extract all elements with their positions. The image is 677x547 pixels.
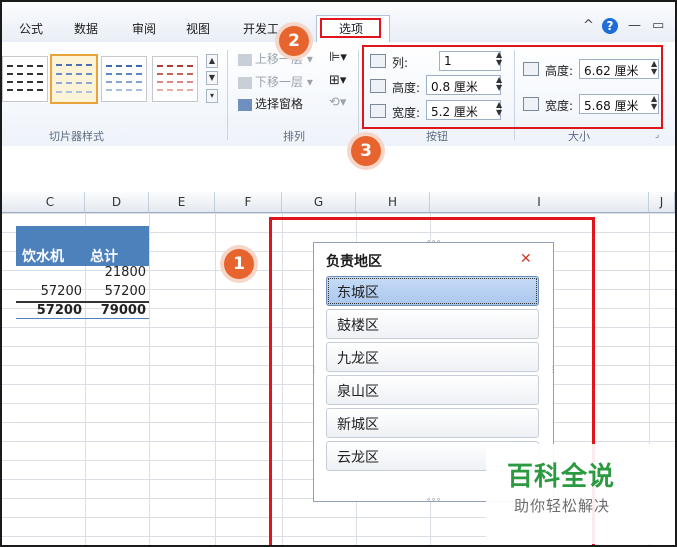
group-separator — [227, 50, 228, 140]
column-header-row: C D E F G H I J — [2, 192, 675, 213]
screenshot-frame: 公式 数据 审阅 视图 开发工 选项 ^ ? — ▭ ▲ ▼ ▾ 切片器样式 上 — [0, 0, 677, 547]
slicer-item[interactable]: 鼓楼区 — [326, 309, 539, 339]
slicer-style-swatch-2-selected[interactable] — [50, 54, 98, 104]
table-total-cell[interactable]: 57200 — [16, 303, 82, 318]
slicer-style-swatch-4[interactable] — [152, 56, 198, 102]
tab-view[interactable]: 视图 — [186, 20, 210, 37]
highlight-box-options-tab — [320, 18, 381, 38]
tab-formulas[interactable]: 公式 — [19, 20, 43, 37]
gallery-scroll-up-icon[interactable]: ▲ — [206, 54, 218, 68]
step-badge-2: 2 — [279, 26, 309, 56]
tab-review[interactable]: 审阅 — [132, 20, 156, 37]
help-icon[interactable]: ? — [602, 18, 618, 34]
group-separator — [358, 50, 359, 140]
ribbon-tab-bar: 公式 数据 审阅 视图 开发工 选项 ^ ? — ▭ — [2, 2, 675, 43]
group-label-size: 大小 — [568, 130, 590, 143]
window-restore-icon[interactable]: ▭ — [652, 18, 664, 33]
step-badge-1: 1 — [224, 249, 254, 279]
gridline — [215, 213, 216, 545]
tab-developer[interactable]: 开发工 — [243, 20, 279, 37]
clear-filter-icon[interactable]: ✕ — [520, 251, 532, 267]
tab-data[interactable]: 数据 — [74, 20, 98, 37]
align-icon[interactable]: ⊫▾ — [329, 50, 347, 65]
column-header-h[interactable]: H — [356, 192, 430, 212]
slicer-item[interactable]: 泉山区 — [326, 375, 539, 405]
column-header-g[interactable]: G — [282, 192, 356, 212]
slicer-title: 负责地区 — [326, 254, 382, 270]
minimize-ribbon-icon[interactable]: ^ — [583, 18, 594, 33]
group-label-buttons: 按钮 — [426, 130, 448, 143]
resize-handle-icon[interactable]: ∘∘∘ — [426, 495, 441, 504]
table-total-cell[interactable]: 79000 — [85, 303, 146, 318]
group-label-arrange: 排列 — [283, 130, 305, 143]
column-header-d[interactable]: D — [85, 192, 149, 212]
step-badge-3: 3 — [351, 136, 381, 166]
resize-handle-icon[interactable]: ⋮ — [549, 365, 557, 374]
gridline — [149, 213, 150, 545]
table-cell[interactable]: 21800 — [85, 265, 146, 280]
gallery-scroll-down-icon[interactable]: ▼ — [206, 71, 218, 85]
column-header-f[interactable]: F — [215, 192, 282, 212]
watermark-subtitle: 助你轻松解决 — [514, 497, 611, 515]
slicer-style-swatch-1[interactable] — [2, 56, 48, 102]
group-label-slicer-styles: 切片器样式 — [49, 130, 104, 143]
resize-handle-icon[interactable]: ∘∘∘ — [426, 237, 441, 246]
size-dialog-launcher-icon[interactable]: ⌟ — [655, 130, 659, 140]
gallery-more-icon[interactable]: ▾ — [206, 89, 218, 103]
group-objects-icon[interactable]: ⊞▾ — [329, 73, 346, 88]
rotate-icon[interactable]: ⟲▾ — [329, 95, 346, 110]
window-minimize-icon[interactable]: — — [628, 18, 641, 33]
send-backward-button[interactable]: 下移一层 ▾ — [238, 73, 313, 90]
slicer-item[interactable]: 东城区 — [326, 276, 539, 306]
slicer-item[interactable]: 九龙区 — [326, 342, 539, 372]
table-bottom-rule — [16, 318, 149, 319]
column-header-i[interactable]: I — [430, 192, 649, 212]
highlight-box-size-options — [362, 45, 663, 129]
selection-pane-button[interactable]: 选择窗格 — [238, 95, 303, 112]
pivot-header-cell[interactable]: 饮水机 — [22, 246, 64, 266]
column-header-j[interactable]: J — [649, 192, 675, 212]
resize-handle-icon[interactable]: ⋮ — [310, 365, 318, 374]
column-header-c[interactable]: C — [16, 192, 85, 212]
table-cell[interactable]: 57200 — [16, 284, 82, 299]
pivot-header-cell[interactable]: 总计 — [90, 246, 118, 266]
ribbon-gap — [2, 146, 675, 190]
slicer-style-swatch-3[interactable] — [101, 56, 147, 102]
watermark-title: 百科全说 — [507, 462, 616, 492]
slicer-item[interactable]: 新城区 — [326, 408, 539, 438]
table-cell[interactable]: 57200 — [85, 284, 146, 299]
column-header-e[interactable]: E — [149, 192, 215, 212]
